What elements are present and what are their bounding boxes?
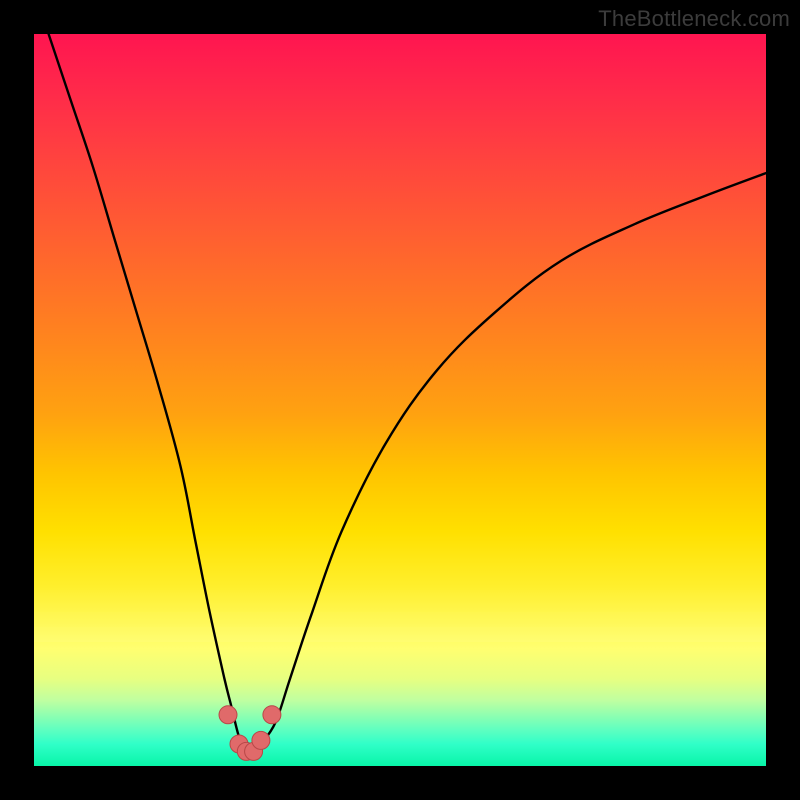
- chart-frame: TheBottleneck.com: [0, 0, 800, 800]
- curve-layer: [34, 34, 766, 766]
- plot-area: [34, 34, 766, 766]
- bottleneck-curve: [49, 34, 766, 753]
- trough-marker: [252, 731, 270, 749]
- trough-markers: [219, 706, 281, 761]
- watermark-text: TheBottleneck.com: [598, 6, 790, 32]
- trough-marker: [263, 706, 281, 724]
- trough-marker: [219, 706, 237, 724]
